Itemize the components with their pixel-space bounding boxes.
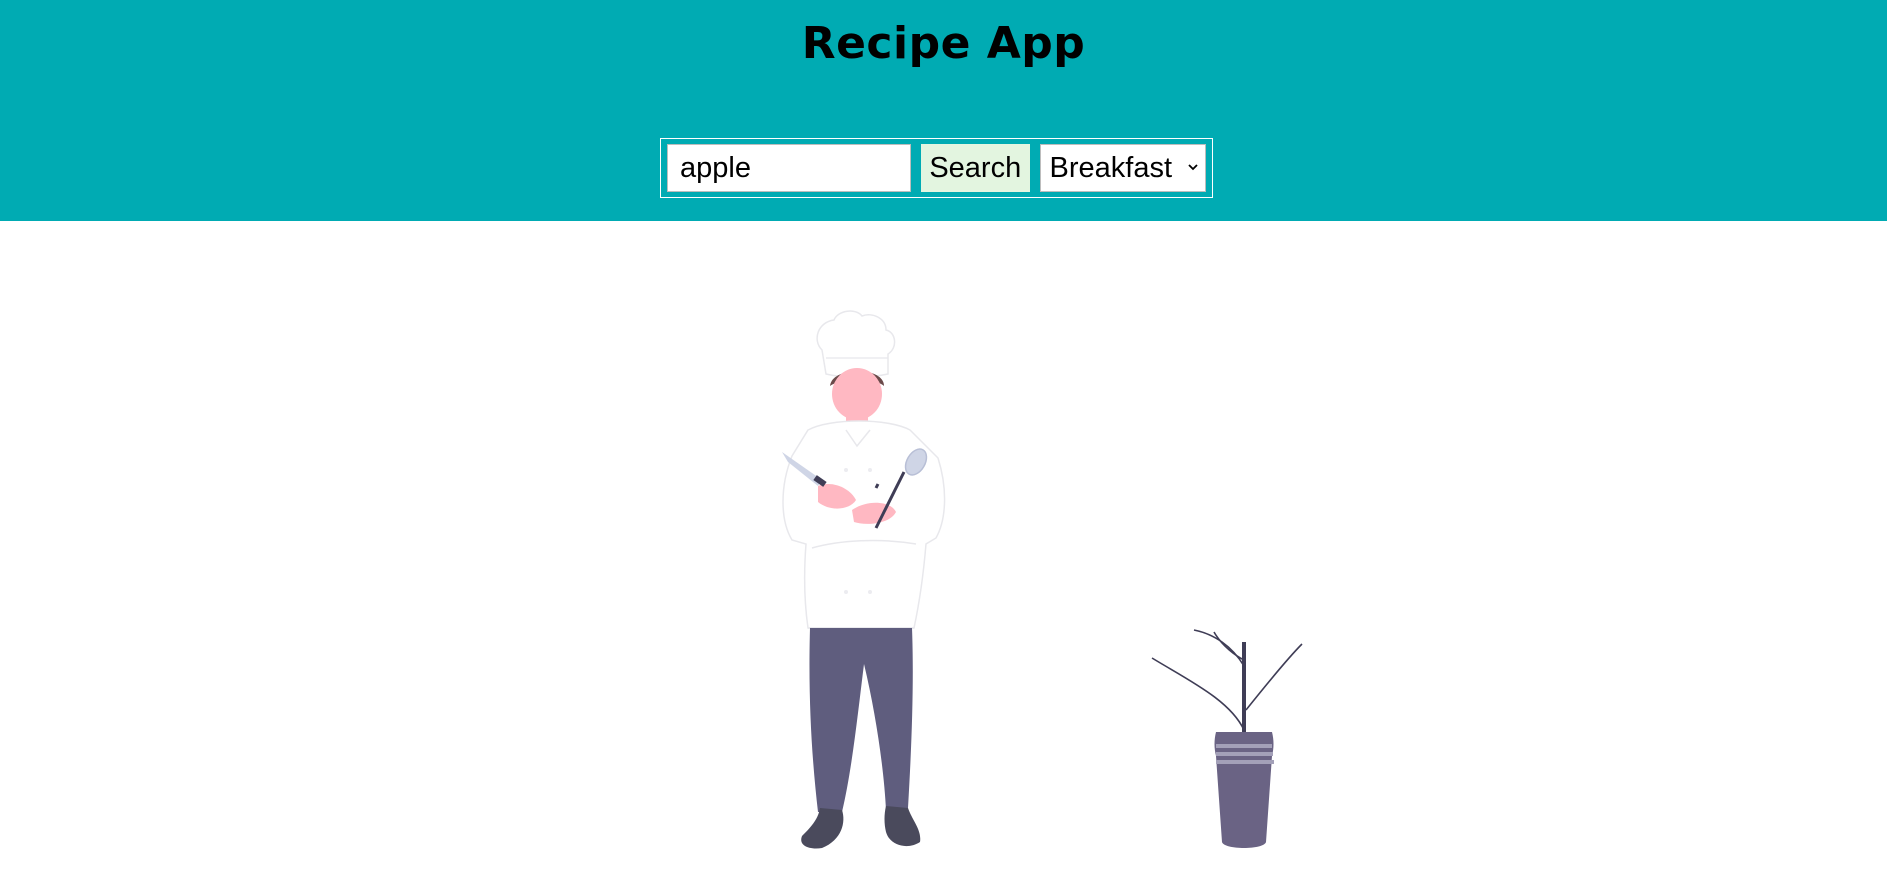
meal-type-selected-label: Breakfast — [1049, 151, 1173, 184]
search-button[interactable]: Search — [921, 144, 1030, 192]
app-title: Recipe App — [801, 18, 1086, 69]
app-header: Recipe App Search Breakfast — [0, 0, 1887, 221]
search-form: Search Breakfast — [660, 138, 1213, 198]
empty-state-illustration — [782, 310, 1303, 849]
search-input[interactable] — [667, 144, 911, 192]
meal-type-select[interactable]: Breakfast — [1039, 144, 1206, 192]
chevron-down-icon — [1188, 164, 1198, 171]
chef-icon — [782, 310, 946, 849]
potted-plant-icon — [1151, 629, 1303, 848]
